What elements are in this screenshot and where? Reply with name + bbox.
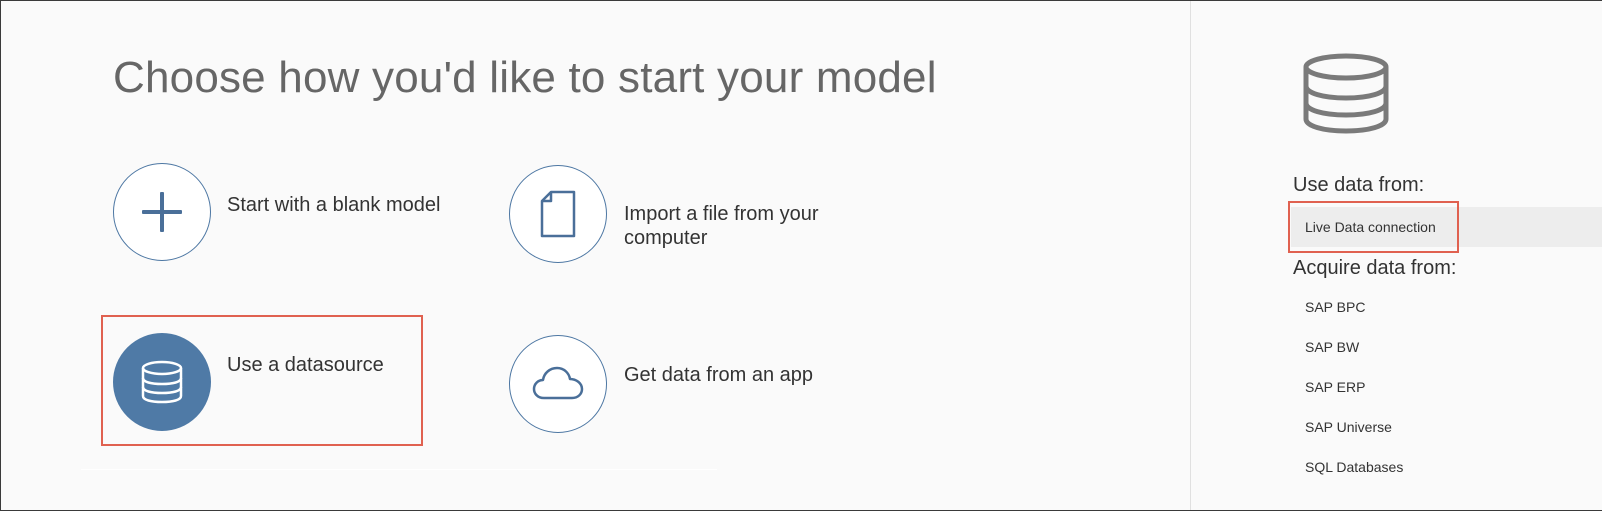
start-blank-model-option[interactable]: Start with a blank model [113, 163, 440, 263]
file-icon [540, 190, 576, 238]
model-start-panel: Choose how you'd like to start your mode… [1, 1, 1191, 510]
get-data-from-app-option[interactable]: Get data from an app [509, 335, 829, 435]
import-file-label: Import a file from your computer [624, 203, 819, 249]
datasource-side-panel: Use data from: Live Data connection Acqu… [1190, 1, 1602, 510]
plus-icon-circle[interactable] [113, 163, 211, 261]
divider [81, 469, 717, 470]
source-item-sap-universe[interactable]: SAP Universe [1291, 407, 1602, 447]
source-item-sap-bpc[interactable]: SAP BPC [1291, 287, 1602, 327]
source-item-sap-bw[interactable]: SAP BW [1291, 327, 1602, 367]
database-icon [1303, 53, 1389, 134]
source-item-sap-erp[interactable]: SAP ERP [1291, 367, 1602, 407]
cloud-icon [532, 366, 584, 400]
get-data-from-app-label: Get data from an app [624, 364, 814, 386]
plus-icon [142, 192, 182, 232]
database-icon-circle[interactable] [113, 333, 211, 431]
use-data-from-heading: Use data from: [1293, 174, 1425, 196]
acquire-data-from-heading: Acquire data from: [1293, 257, 1457, 279]
use-datasource-option[interactable]: Use a datasource [113, 333, 423, 433]
page-title: Choose how you'd like to start your mode… [113, 53, 937, 102]
file-icon-circle[interactable] [509, 165, 607, 263]
database-icon [141, 360, 183, 404]
source-item-sql-databases[interactable]: SQL Databases [1291, 447, 1602, 487]
source-item-live-data-connection[interactable]: Live Data connection [1291, 207, 1602, 247]
start-blank-model-label: Start with a blank model [227, 194, 441, 216]
use-datasource-label: Use a datasource [227, 354, 384, 376]
import-file-option[interactable]: Import a file from your computer [509, 165, 849, 265]
cloud-icon-circle[interactable] [509, 335, 607, 433]
app-frame: Choose how you'd like to start your mode… [0, 0, 1602, 511]
